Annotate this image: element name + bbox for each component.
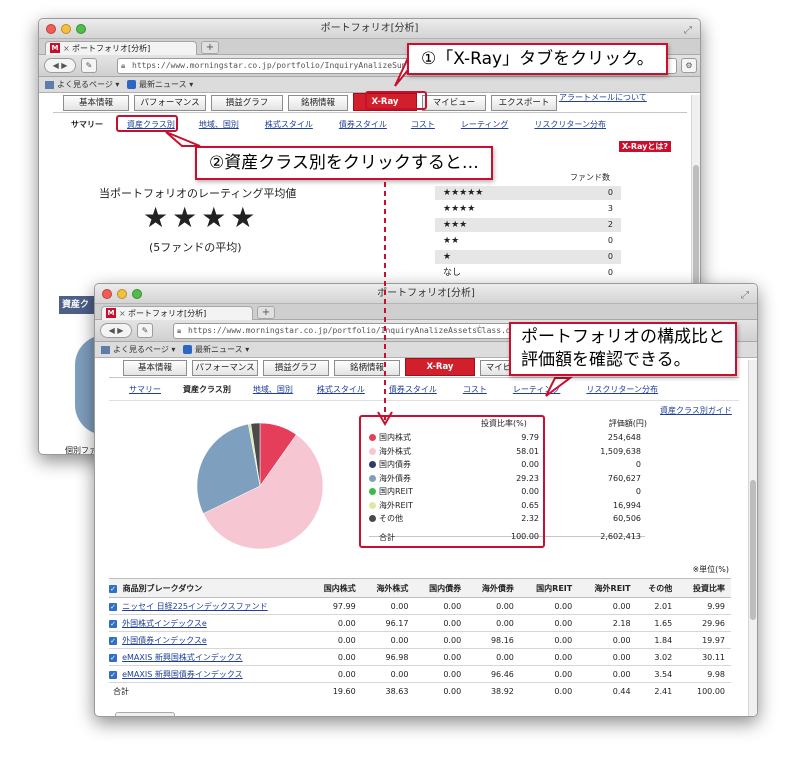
annotation-arrows: [165, 57, 573, 426]
callout-step2: ②資産クラス別をクリックすると…: [195, 146, 493, 180]
callout-pointer-3: [545, 377, 573, 397]
callout-pointer-2: [165, 131, 201, 147]
callout-result-line1: ポートフォリオの構成比と: [521, 327, 725, 347]
callout-result: ポートフォリオの構成比と 評価額を確認できる。: [509, 322, 737, 376]
callout-result-line2: 評価額を確認できる。: [521, 350, 691, 370]
callout-step1: ①「X-Ray」タブをクリック。: [407, 43, 668, 75]
